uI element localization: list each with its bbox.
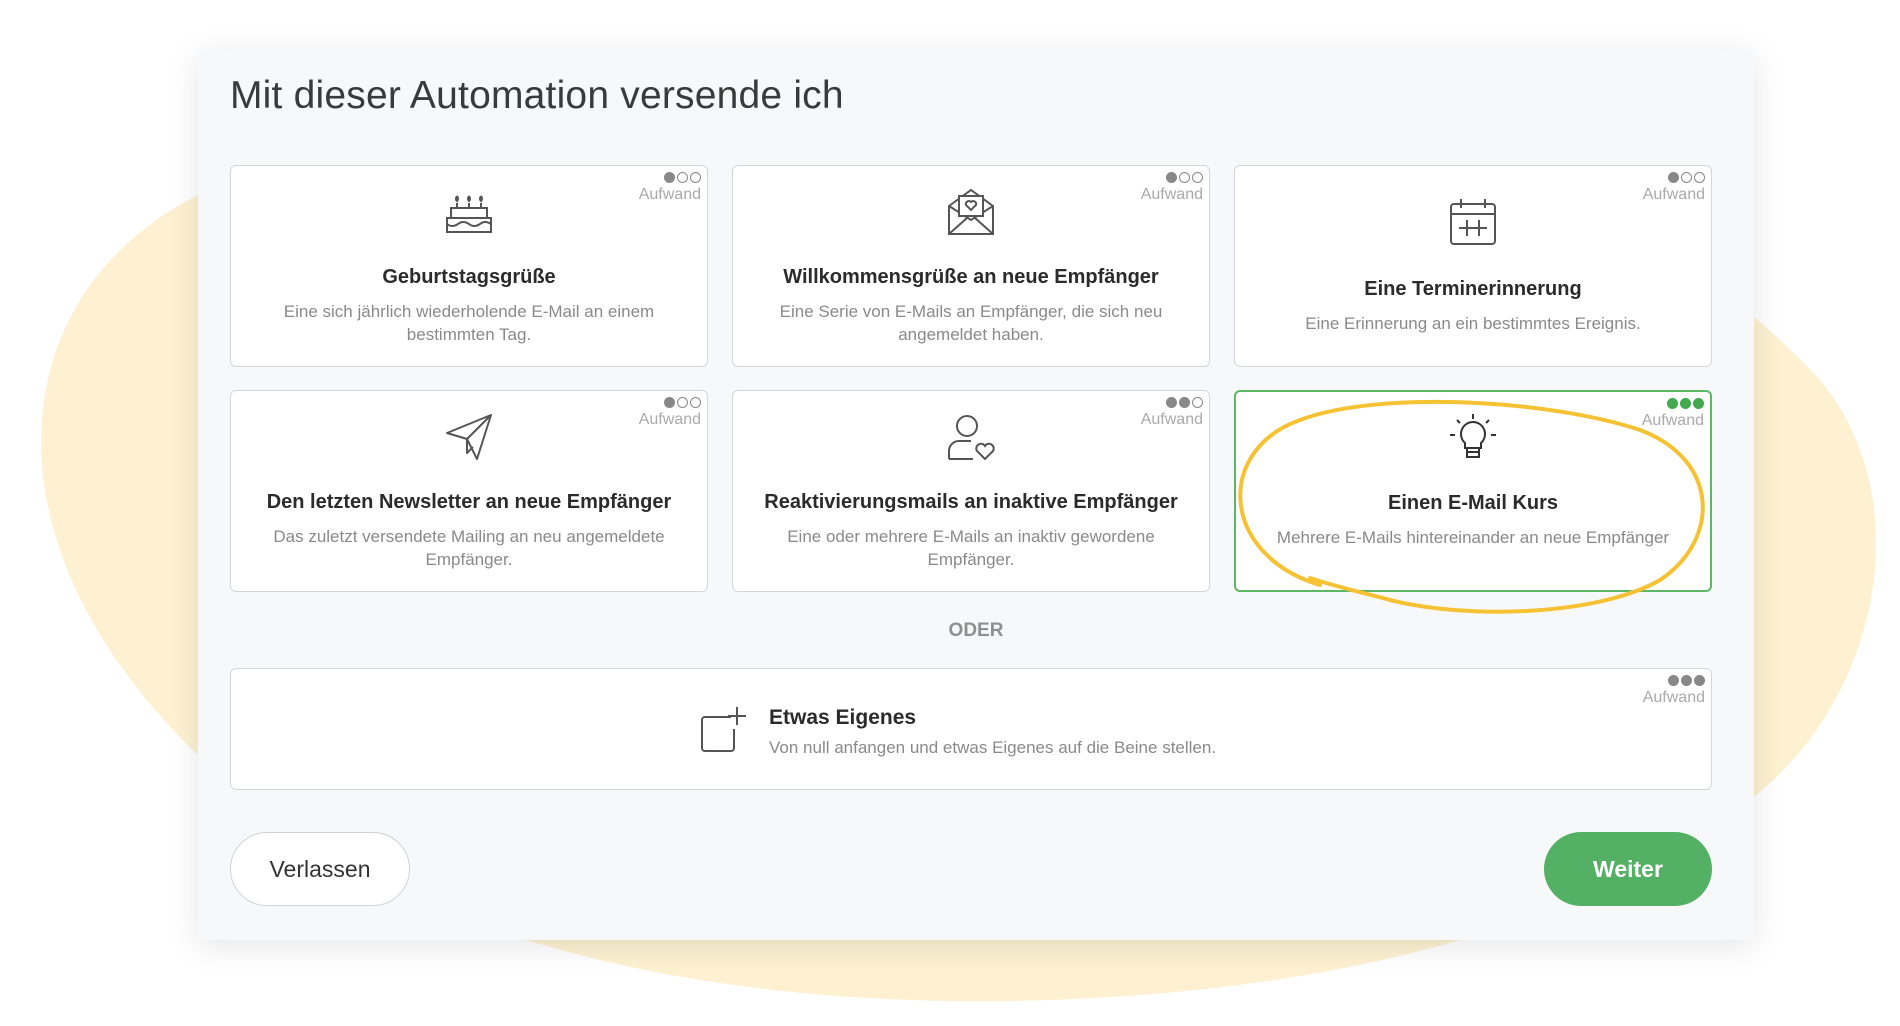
custom-description: Von null anfangen und etwas Eigenes auf …: [769, 737, 1217, 757]
next-button[interactable]: Weiter: [1544, 832, 1712, 906]
card-latest-newsletter[interactable]: Aufwand Den letzten Newsletter an neue E…: [230, 390, 708, 592]
paper-plane-icon: [231, 409, 707, 465]
card-title: Willkommensgrüße an neue Empfänger: [783, 266, 1159, 288]
custom-title: Etwas Eigenes: [769, 705, 917, 729]
card-welcome[interactable]: Aufwand Willkommensgrüße an neue Empfäng…: [732, 165, 1210, 367]
card-description: Eine oder mehrere E-Mails an inaktiv gew…: [787, 527, 1155, 569]
card-title: Den letzten Newsletter an neue Empfänger: [266, 491, 672, 513]
page-title: Mit dieser Automation versende ich: [230, 74, 844, 117]
user-heart-icon: [733, 409, 1209, 465]
card-description: Mehrere E-Mails hintereinander an neue E…: [1276, 528, 1670, 547]
card-title: Eine Terminerinnerung: [1364, 278, 1582, 300]
calendar-icon: [1235, 194, 1711, 250]
card-title: Geburtstagsgrüße: [382, 266, 556, 288]
card-description: Eine sich jährlich wiederholende E-Mail …: [283, 302, 655, 344]
effort-label: Aufwand: [1642, 689, 1705, 706]
automation-dialog: Mit dieser Automation versende ich Aufwa…: [198, 50, 1754, 940]
card-birthday[interactable]: Aufwand Geburtstagsgrüße Eine sich jährl…: [230, 165, 708, 367]
card-appointment-reminder[interactable]: Aufwand Eine Terminerinnerung Eine Erinn…: [1234, 165, 1712, 367]
card-custom[interactable]: Aufwand Etwas Eigenes Von null anfangen …: [230, 668, 1712, 790]
birthday-cake-icon: [231, 184, 707, 240]
card-title: Einen E-Mail Kurs: [1387, 492, 1559, 514]
card-description: Das zuletzt versendete Mailing an neu an…: [273, 527, 665, 569]
lightbulb-icon: [1236, 410, 1710, 466]
card-description: Eine Erinnerung an ein bestimmtes Ereign…: [1305, 314, 1641, 333]
card-reactivation[interactable]: Aufwand Reaktivierungsmails an inaktive …: [732, 390, 1210, 592]
custom-content: Etwas Eigenes Von null anfangen und etwa…: [697, 703, 1216, 760]
effort-indicator: Aufwand: [1605, 675, 1705, 707]
card-description: Eine Serie von E-Mails an Empfänger, die…: [779, 302, 1163, 344]
add-square-icon: [697, 703, 749, 760]
leave-button[interactable]: Verlassen: [230, 832, 410, 906]
or-separator: ODER: [948, 620, 1004, 641]
card-title: Reaktivierungsmails an inaktive Empfänge…: [764, 491, 1178, 513]
envelope-heart-icon: [733, 184, 1209, 240]
card-email-course[interactable]: Aufwand Einen E-Mail Kurs Mehrere E-Mail…: [1234, 390, 1712, 592]
